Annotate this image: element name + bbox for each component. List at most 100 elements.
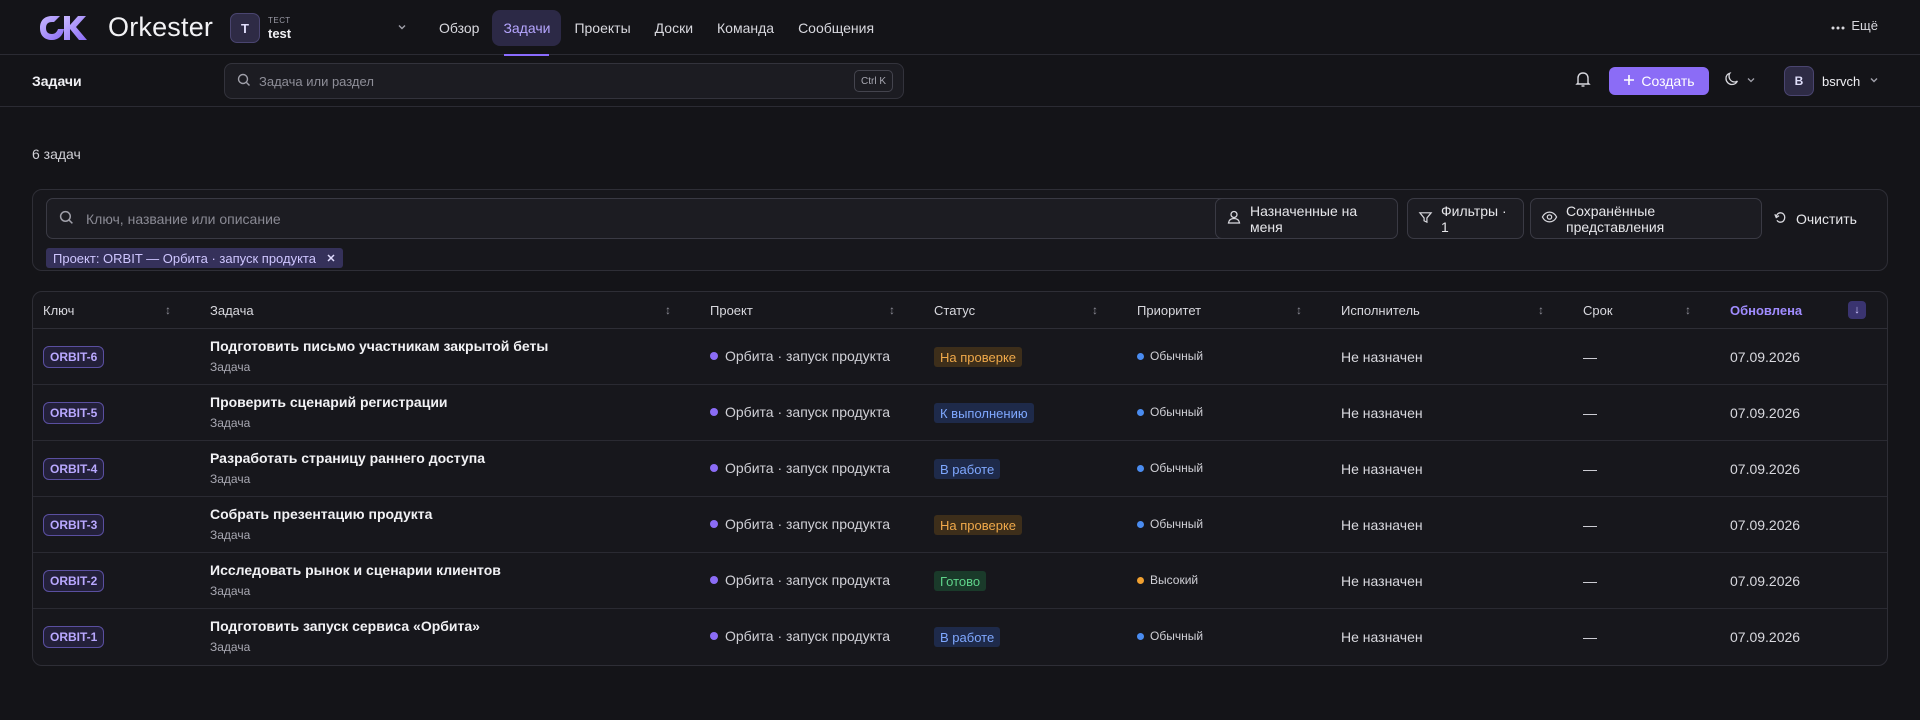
sub-header: Задачи Задача или раздел Ctrl K Создать … bbox=[0, 55, 1920, 107]
sort-desc-icon[interactable]: ↓ bbox=[1848, 301, 1866, 319]
task-title[interactable]: Подготовить запуск сервиса «Орбита» bbox=[210, 618, 480, 634]
task-due: — bbox=[1583, 517, 1597, 533]
filter-panel: Ключ, название или описание Назначенные … bbox=[32, 189, 1888, 271]
column-header-status[interactable]: Статус bbox=[934, 292, 975, 329]
global-search-placeholder: Задача или раздел bbox=[259, 73, 374, 89]
tab-messages[interactable]: Сообщения bbox=[787, 10, 885, 46]
notifications-bell-icon[interactable] bbox=[1574, 70, 1592, 91]
task-due: — bbox=[1583, 629, 1597, 645]
column-header-key[interactable]: Ключ bbox=[43, 292, 74, 329]
task-due: — bbox=[1583, 405, 1597, 421]
app-logo[interactable]: Orkester bbox=[36, 12, 213, 43]
tab-boards[interactable]: Доски bbox=[644, 10, 704, 46]
more-menu-button[interactable]: Ещё bbox=[1831, 18, 1878, 33]
task-updated: 07.09.2026 bbox=[1730, 517, 1801, 533]
status-badge: На проверке bbox=[934, 347, 1023, 367]
task-priority: Высокий bbox=[1137, 573, 1198, 587]
task-search-input[interactable]: Ключ, название или описание bbox=[46, 198, 1235, 239]
table-row[interactable]: ORBIT-1 Подготовить запуск сервиса «Орбит… bbox=[33, 609, 1887, 665]
clear-filters-button[interactable]: Очистить bbox=[1773, 198, 1857, 239]
task-due: — bbox=[1583, 573, 1597, 589]
sort-icon[interactable]: ↕ bbox=[1538, 303, 1544, 317]
task-priority: Обычный bbox=[1137, 349, 1203, 363]
create-button[interactable]: Создать bbox=[1609, 67, 1709, 95]
search-shortcut: Ctrl K bbox=[854, 70, 893, 92]
status-badge: На проверке bbox=[934, 515, 1023, 535]
workspace-switcher[interactable]: T ТЕСТ test bbox=[230, 13, 408, 43]
saved-views-button[interactable]: Сохранённые представления bbox=[1530, 198, 1762, 239]
column-header-project[interactable]: Проект bbox=[710, 292, 753, 329]
task-priority-label: Обычный bbox=[1150, 517, 1204, 531]
task-key-badge[interactable]: ORBIT-3 bbox=[43, 514, 105, 536]
sort-icon[interactable]: ↕ bbox=[1092, 303, 1098, 317]
orkester-logo-icon bbox=[40, 15, 87, 40]
task-title[interactable]: Исследовать рынок и сценарии клиентов bbox=[210, 562, 501, 578]
chevron-down-icon bbox=[1746, 74, 1756, 88]
global-search-input[interactable]: Задача или раздел Ctrl K bbox=[224, 63, 904, 99]
task-type: Задача bbox=[210, 584, 251, 598]
close-icon[interactable] bbox=[326, 251, 336, 266]
task-title[interactable]: Собрать презентацию продукта bbox=[210, 506, 432, 522]
task-title[interactable]: Проверить сценарий регистрации bbox=[210, 394, 448, 410]
task-assignee: Не назначен bbox=[1341, 405, 1423, 421]
more-label: Ещё bbox=[1851, 18, 1878, 33]
task-title[interactable]: Разработать страницу раннего доступа bbox=[210, 450, 485, 466]
table-row[interactable]: ORBIT-2 Исследовать рынок и сценарии клие… bbox=[33, 553, 1887, 609]
task-key-badge[interactable]: ORBIT-5 bbox=[43, 402, 105, 424]
task-priority-label: Высокий bbox=[1150, 573, 1199, 587]
status-badge: В работе bbox=[934, 459, 1001, 479]
tab-team[interactable]: Команда bbox=[706, 10, 785, 46]
task-title[interactable]: Подготовить письмо участникам закрытой б… bbox=[210, 338, 548, 354]
sort-icon[interactable]: ↕ bbox=[665, 303, 671, 317]
table-row[interactable]: ORBIT-6 Подготовить письмо участникам зак… bbox=[33, 329, 1887, 385]
saved-views-label: Сохранённые представления bbox=[1566, 202, 1665, 235]
search-icon bbox=[59, 210, 74, 228]
task-updated: 07.09.2026 bbox=[1730, 349, 1801, 365]
task-key-badge[interactable]: ORBIT-6 bbox=[43, 346, 105, 368]
task-assignee: Не назначен bbox=[1341, 573, 1423, 589]
column-header-updated[interactable]: Обновлена bbox=[1730, 292, 1802, 329]
table-row[interactable]: ORBIT-5 Проверить сценарий регистрации Зад… bbox=[33, 385, 1887, 441]
task-priority: Обычный bbox=[1137, 629, 1203, 643]
filters-button[interactable]: Фильтры · 1 bbox=[1407, 198, 1524, 239]
search-icon bbox=[237, 73, 251, 90]
table-row[interactable]: ORBIT-3 Собрать презентацию продукта Задач… bbox=[33, 497, 1887, 553]
more-dots-icon bbox=[1831, 18, 1845, 33]
task-priority-label: Обычный bbox=[1150, 461, 1204, 475]
assigned-to-me-button[interactable]: Назначенные на меня bbox=[1215, 198, 1398, 239]
task-priority: Обычный bbox=[1137, 517, 1203, 531]
task-key-badge[interactable]: ORBIT-1 bbox=[43, 626, 105, 648]
user-name: bsrvch bbox=[1822, 73, 1861, 89]
sort-icon[interactable]: ↕ bbox=[889, 303, 895, 317]
priority-dot-icon bbox=[1137, 520, 1144, 528]
project-dot-icon bbox=[710, 576, 718, 584]
workspace-avatar: T bbox=[230, 13, 260, 43]
priority-dot-icon bbox=[1137, 464, 1144, 472]
app-name: Orkester bbox=[108, 12, 214, 42]
task-assignee: Не назначен bbox=[1341, 349, 1423, 365]
sort-icon[interactable]: ↕ bbox=[165, 303, 171, 317]
column-header-task[interactable]: Задача bbox=[210, 292, 254, 329]
create-button-label: Создать bbox=[1641, 73, 1695, 89]
user-menu[interactable]: B bsrvch bbox=[1784, 66, 1880, 96]
task-assignee: Не назначен bbox=[1341, 517, 1423, 533]
sort-icon[interactable]: ↕ bbox=[1296, 303, 1302, 317]
tasks-table: Ключ ↕ Задача ↕ Проект ↕ Статус ↕ Приори… bbox=[32, 291, 1888, 666]
tab-projects[interactable]: Проекты bbox=[563, 10, 641, 46]
table-row[interactable]: ORBIT-4 Разработать страницу раннего дост… bbox=[33, 441, 1887, 497]
column-header-priority[interactable]: Приоритет bbox=[1137, 292, 1201, 329]
task-type: Задача bbox=[210, 640, 251, 654]
task-updated: 07.09.2026 bbox=[1730, 629, 1801, 645]
task-project-label: Орбита · запуск продукта bbox=[725, 516, 890, 532]
priority-dot-icon bbox=[1137, 576, 1144, 584]
tab-overview[interactable]: Обзор bbox=[428, 10, 490, 46]
plus-icon bbox=[1623, 73, 1635, 89]
column-header-due[interactable]: Срок bbox=[1583, 292, 1613, 329]
chevron-down-icon bbox=[396, 21, 408, 36]
theme-switcher[interactable] bbox=[1724, 71, 1756, 90]
column-header-assignee[interactable]: Исполнитель bbox=[1341, 292, 1420, 329]
task-key-badge[interactable]: ORBIT-4 bbox=[43, 458, 105, 480]
sort-icon[interactable]: ↕ bbox=[1685, 303, 1691, 317]
task-key-badge[interactable]: ORBIT-2 bbox=[43, 570, 105, 592]
tab-tasks[interactable]: Задачи bbox=[492, 10, 562, 56]
